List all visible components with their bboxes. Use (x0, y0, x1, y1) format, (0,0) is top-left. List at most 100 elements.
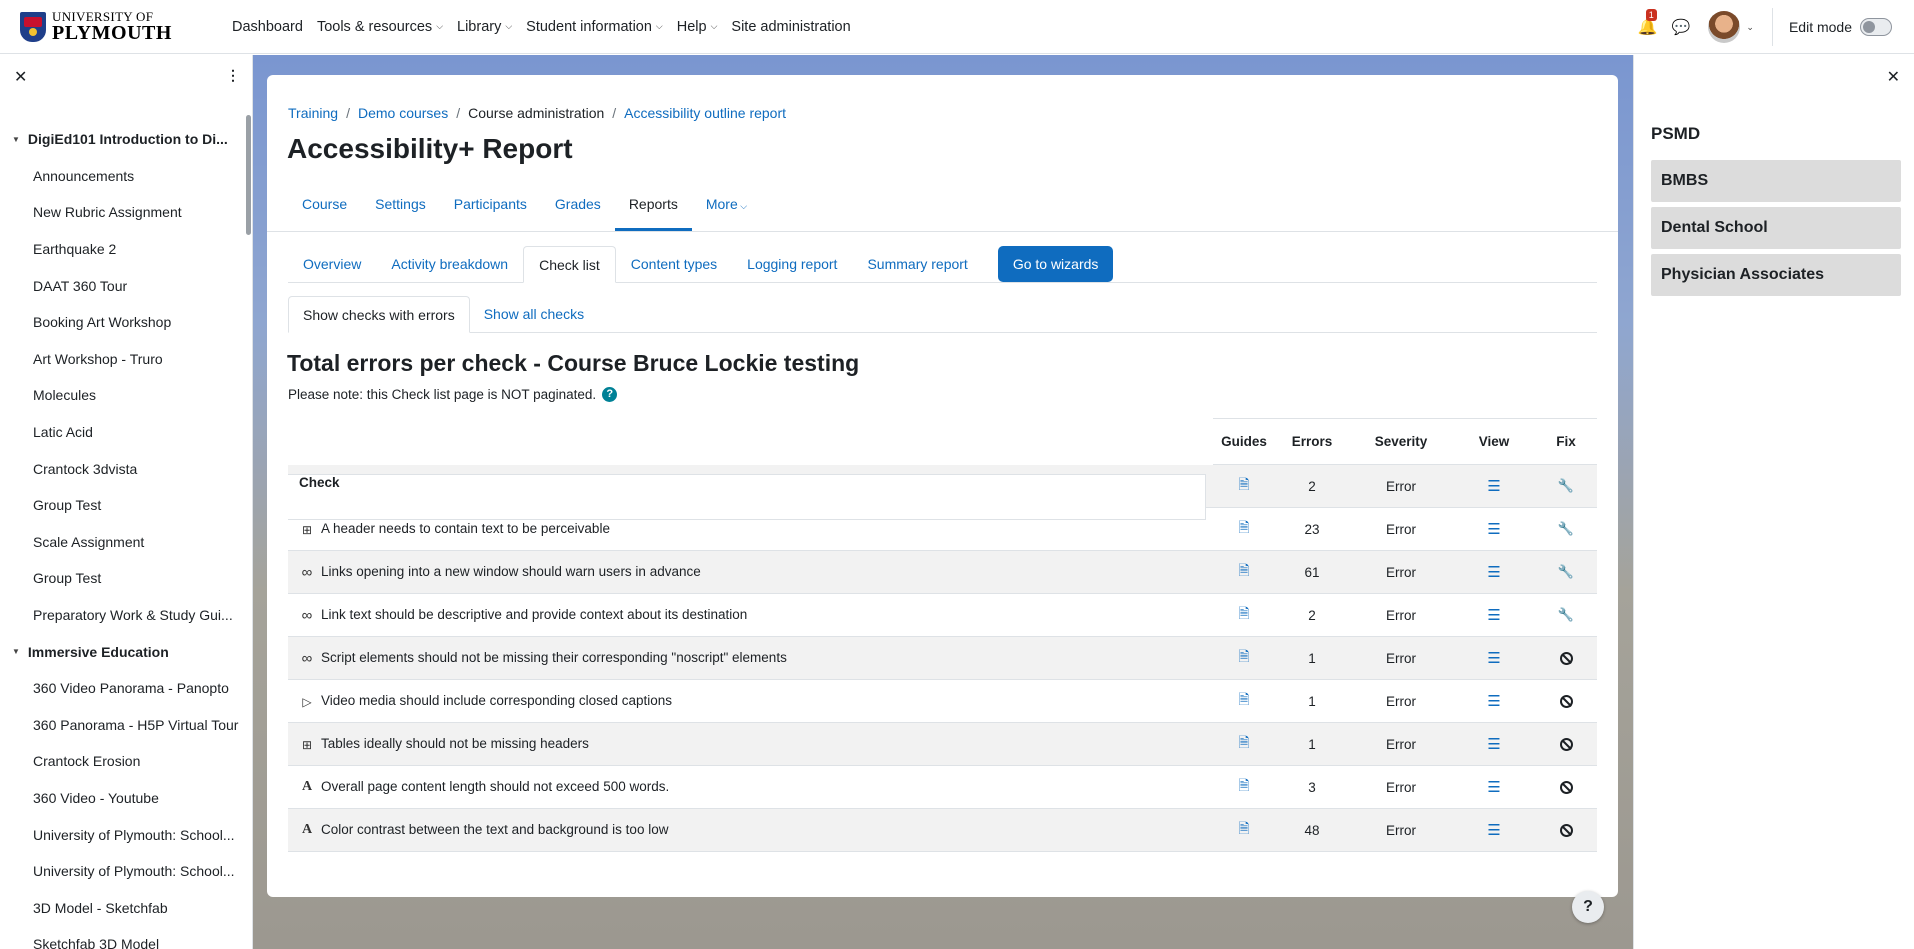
fix-wrench-icon[interactable]: 🔧 (1558, 564, 1574, 579)
tab-more[interactable]: More ⌵ (692, 186, 761, 231)
course-activity[interactable]: Group Test (0, 487, 240, 524)
view-list-icon[interactable]: ☰ (1487, 822, 1500, 839)
course-index-drawer: ✕ ⋮ ▼ DigiEd101 Introduction to Di... Anno… (0, 55, 253, 949)
university-logo[interactable]: UNIVERSITY OF PLYMOUTH (20, 10, 180, 43)
help-question-icon[interactable]: ? (602, 387, 618, 402)
course-activity[interactable]: University of Plymouth: School... (0, 816, 240, 853)
breadcrumb-training[interactable]: Training (288, 105, 338, 121)
breadcrumb-accessibility-outline-report[interactable]: Accessibility outline report (624, 105, 786, 121)
messages-icon[interactable]: 💬 (1672, 18, 1691, 36)
section-collapse-icon[interactable]: ▼ (12, 135, 20, 144)
notifications-bell-icon[interactable]: 🔔 1 (1638, 9, 1658, 37)
course-activity[interactable]: Molecules (0, 377, 240, 414)
course-activity[interactable]: Group Test (0, 560, 240, 597)
guide-document-icon[interactable]: 🗎 (1238, 820, 1249, 836)
fix-wrench-icon[interactable]: 🔧 (1558, 607, 1574, 622)
course-activity[interactable]: 360 Video Panorama - Panopto (0, 670, 240, 707)
guide-document-icon[interactable]: 🗎 (1238, 777, 1249, 793)
check-cell: ∞ Script elements should not be missing t… (288, 636, 1213, 680)
course-activity[interactable]: Crantock Erosion (0, 743, 240, 780)
activity-title: Group Test (33, 570, 102, 587)
tab-participants[interactable]: Participants (440, 186, 541, 231)
nav-tools-resources[interactable]: Tools & resources ⌵ (317, 19, 443, 35)
tab-reports[interactable]: Reports (614, 186, 692, 231)
course-section[interactable]: ▼ Immersive Education (0, 633, 240, 670)
nav-student-information[interactable]: Student information ⌵ (526, 19, 663, 35)
table-row: ▷ Video media should include correspondin… (288, 679, 1597, 723)
report-tab-content-types[interactable]: Content types (616, 246, 732, 283)
nav-dashboard[interactable]: Dashboard (232, 19, 303, 35)
view-list-icon[interactable]: ☰ (1487, 564, 1500, 581)
filter-tab-show-checks-with-errors[interactable]: Show checks with errors (288, 296, 470, 333)
help-button[interactable]: ? (1572, 891, 1604, 923)
course-index-scrollbar[interactable] (246, 115, 251, 235)
nav-site-administration[interactable]: Site administration (731, 19, 850, 35)
nav-help[interactable]: Help ⌵ (677, 19, 718, 35)
filter-tab-show-all-checks[interactable]: Show all checks (470, 296, 598, 333)
course-activity[interactable]: Scale Assignment (0, 524, 240, 561)
view-list-icon[interactable]: ☰ (1487, 779, 1500, 796)
block-dental-school[interactable]: Dental School (1651, 207, 1901, 249)
fix-wrench-icon[interactable]: 🔧 (1558, 521, 1574, 536)
user-menu-chevron-icon[interactable]: ⌄ (1746, 22, 1754, 33)
report-tab-logging-report[interactable]: Logging report (732, 246, 852, 283)
tab-settings[interactable]: Settings (361, 186, 440, 231)
breadcrumb: Training / Demo courses / Course administrat… (288, 105, 786, 121)
course-activity[interactable]: Booking Art Workshop (0, 304, 240, 341)
course-activity[interactable]: DAAT 360 Tour (0, 267, 240, 304)
tab-course[interactable]: Course (288, 186, 361, 231)
guides-cell: 🗎 (1213, 507, 1275, 551)
view-list-icon[interactable]: ☰ (1487, 736, 1500, 753)
view-list-icon[interactable]: ☰ (1487, 693, 1500, 710)
course-section[interactable]: ▼ DigiEd101 Introduction to Di... (0, 121, 240, 158)
course-activity[interactable]: Earthquake 2 (0, 231, 240, 268)
course-index-options-icon[interactable]: ⋮ (226, 67, 240, 84)
breadcrumb-demo-courses[interactable]: Demo courses (358, 105, 448, 121)
course-activity[interactable]: Sketchfab 3D Model (0, 926, 240, 949)
tab-grades[interactable]: Grades (541, 186, 615, 231)
edit-mode-toggle[interactable] (1860, 18, 1892, 36)
guide-document-icon[interactable]: 🗎 (1238, 648, 1249, 664)
course-activity[interactable]: Announcements (0, 158, 240, 195)
course-activity[interactable]: 360 Video - Youtube (0, 780, 240, 817)
report-tab-overview[interactable]: Overview (288, 246, 376, 283)
report-tab-check-list[interactable]: Check list (523, 246, 616, 283)
check-cell: ∞ Link text should be descriptive and pro… (288, 593, 1213, 637)
view-list-icon[interactable]: ☰ (1487, 607, 1500, 624)
course-activity[interactable]: University of Plymouth: School... (0, 853, 240, 890)
course-activity[interactable]: Latic Acid (0, 414, 240, 451)
errors-count: 1 (1275, 722, 1349, 766)
errors-count: 23 (1275, 507, 1349, 551)
course-activity[interactable]: Preparatory Work & Study Gui... (0, 597, 240, 634)
col-header-errors[interactable]: Errors (1275, 418, 1349, 465)
go-to-wizards-button[interactable]: Go to wizards (997, 246, 1114, 282)
guide-document-icon[interactable]: 🗎 (1238, 734, 1249, 750)
guide-document-icon[interactable]: 🗎 (1238, 562, 1249, 578)
course-activity[interactable]: Crantock 3dvista (0, 450, 240, 487)
report-tab-activity-breakdown[interactable]: Activity breakdown (376, 246, 523, 283)
view-list-icon[interactable]: ☰ (1487, 521, 1500, 538)
guide-document-icon[interactable]: 🗎 (1238, 476, 1249, 492)
guide-document-icon[interactable]: 🗎 (1238, 691, 1249, 707)
col-header-check[interactable]: Check (288, 473, 1206, 520)
user-avatar[interactable] (1708, 11, 1741, 43)
fix-wrench-icon[interactable]: 🔧 (1558, 478, 1574, 493)
report-tab-summary-report[interactable]: Summary report (852, 246, 982, 283)
check-description: Overall page content length should not e… (321, 778, 670, 794)
view-list-icon[interactable]: ☰ (1487, 650, 1500, 667)
course-activity[interactable]: New Rubric Assignment (0, 194, 240, 231)
block-bmbs[interactable]: BMBS (1651, 160, 1901, 202)
course-activity[interactable]: 3D Model - Sketchfab (0, 889, 240, 926)
guide-document-icon[interactable]: 🗎 (1238, 605, 1249, 621)
guide-document-icon[interactable]: 🗎 (1238, 519, 1249, 535)
course-activity[interactable]: Art Workshop - Truro (0, 341, 240, 378)
severity-cell: Error (1349, 722, 1453, 766)
close-course-index-icon[interactable]: ✕ (14, 67, 27, 87)
col-header-severity[interactable]: Severity (1349, 418, 1453, 465)
block-physician-associates[interactable]: Physician Associates (1651, 254, 1901, 296)
close-block-drawer-icon[interactable]: ✕ (1887, 67, 1900, 87)
section-collapse-icon[interactable]: ▼ (12, 647, 20, 656)
nav-library[interactable]: Library ⌵ (457, 19, 512, 35)
view-list-icon[interactable]: ☰ (1487, 478, 1500, 495)
course-activity[interactable]: 360 Panorama - H5P Virtual Tour (0, 707, 240, 744)
